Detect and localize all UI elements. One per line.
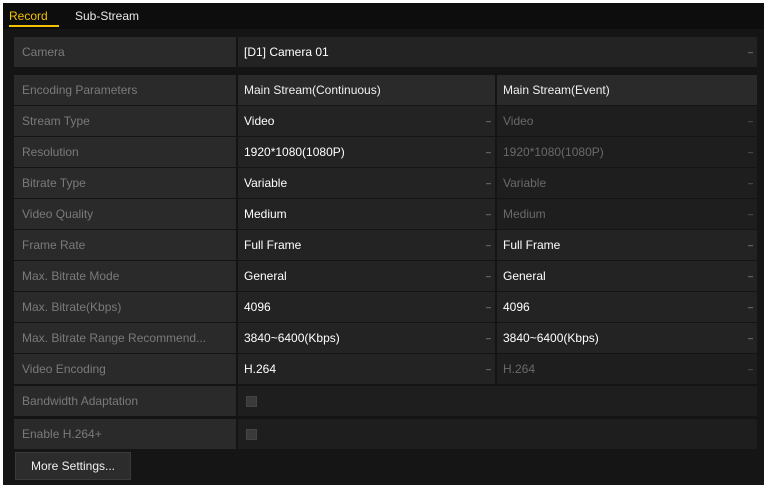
enable-h264plus-cell — [238, 419, 757, 449]
event-value: 3840~6400(Kbps) — [503, 331, 599, 345]
param-label: Video Quality — [14, 199, 236, 229]
event-value: Video — [503, 114, 534, 128]
continuous-value-select[interactable]: 3840~6400(Kbps) – — [238, 323, 495, 353]
chevron-down-icon: – — [485, 240, 491, 250]
continuous-value-select[interactable]: Video – — [238, 106, 495, 136]
event-value-select[interactable]: 3840~6400(Kbps) – — [497, 323, 757, 353]
event-value-select: Video – — [497, 106, 757, 136]
enable-h264plus-checkbox[interactable] — [246, 429, 257, 440]
param-label: Max. Bitrate Range Recommend... — [14, 323, 236, 353]
main-stream-event-header: Main Stream(Event) — [497, 75, 757, 105]
chevron-down-icon: – — [747, 178, 753, 188]
event-value-select[interactable]: 4096 – — [497, 292, 757, 322]
bandwidth-adaptation-cell — [238, 386, 757, 416]
chevron-down-icon: – — [747, 271, 753, 281]
tab-bar: Record Sub-Stream — [3, 3, 764, 29]
continuous-value: General — [244, 269, 287, 283]
continuous-value: 4096 — [244, 300, 271, 314]
chevron-down-icon: – — [485, 178, 491, 188]
event-value-select[interactable]: Full Frame – — [497, 230, 757, 260]
param-row: Bitrate Type Variable – Variable – — [14, 168, 757, 198]
encoding-parameters-label: Encoding Parameters — [14, 75, 236, 105]
param-row: Video Encoding H.264 – H.264 – — [14, 354, 757, 384]
event-value: 4096 — [503, 300, 530, 314]
event-value: General — [503, 269, 546, 283]
continuous-value: H.264 — [244, 362, 277, 376]
chevron-down-icon: – — [747, 302, 753, 312]
event-value-select: Medium – — [497, 199, 757, 229]
param-label: Max. Bitrate Mode — [14, 261, 236, 291]
camera-row: Camera [D1] Camera 01 – — [14, 37, 757, 67]
main-stream-continuous-header: Main Stream(Continuous) — [238, 75, 495, 105]
event-value-select: H.264 – — [497, 354, 757, 384]
param-row: Frame Rate Full Frame – Full Frame – — [14, 230, 757, 260]
encoding-parameters-header: Encoding Parameters Main Stream(Continuo… — [14, 75, 757, 105]
tab-record[interactable]: Record — [9, 9, 48, 23]
tab-sub-stream[interactable]: Sub-Stream — [75, 9, 139, 23]
chevron-down-icon: – — [485, 209, 491, 219]
enable-h264plus-label: Enable H.264+ — [14, 419, 236, 449]
param-label: Max. Bitrate(Kbps) — [14, 292, 236, 322]
settings-panel: Camera [D1] Camera 01 – Encoding Paramet… — [14, 37, 757, 449]
chevron-down-icon: – — [485, 147, 491, 157]
event-value-select[interactable]: General – — [497, 261, 757, 291]
chevron-down-icon: – — [485, 364, 491, 374]
param-row: Stream Type Video – Video – — [14, 106, 757, 136]
more-settings-button[interactable]: More Settings... — [15, 452, 131, 480]
camera-select[interactable]: [D1] Camera 01 – — [238, 37, 757, 67]
param-label: Bitrate Type — [14, 168, 236, 198]
chevron-down-icon: – — [747, 209, 753, 219]
bandwidth-adaptation-row: Bandwidth Adaptation — [14, 386, 757, 416]
event-value: Medium — [503, 207, 546, 221]
continuous-value-select[interactable]: General – — [238, 261, 495, 291]
camera-label: Camera — [14, 37, 236, 67]
continuous-value: Medium — [244, 207, 287, 221]
param-row: Max. Bitrate Mode General – General – — [14, 261, 757, 291]
continuous-value-select[interactable]: Variable – — [238, 168, 495, 198]
event-value: 1920*1080(1080P) — [503, 145, 604, 159]
chevron-down-icon: – — [747, 240, 753, 250]
bandwidth-adaptation-checkbox[interactable] — [246, 396, 257, 407]
bandwidth-adaptation-label: Bandwidth Adaptation — [14, 386, 236, 416]
continuous-value-select[interactable]: 1920*1080(1080P) – — [238, 137, 495, 167]
continuous-value: Variable — [244, 176, 288, 190]
param-row: Max. Bitrate(Kbps) 4096 – 4096 – — [14, 292, 757, 322]
param-label: Video Encoding — [14, 354, 236, 384]
param-label: Frame Rate — [14, 230, 236, 260]
enable-h264plus-row: Enable H.264+ — [14, 419, 757, 449]
param-row: Resolution 1920*1080(1080P) –1920*1080(108… — [14, 137, 757, 167]
active-tab-indicator — [9, 25, 59, 27]
event-value-select: 1920*1080(1080P) – — [497, 137, 757, 167]
chevron-down-icon: – — [485, 302, 491, 312]
continuous-value: Full Frame — [244, 238, 302, 252]
chevron-down-icon: – — [485, 333, 491, 343]
chevron-down-icon: – — [747, 364, 753, 374]
chevron-down-icon: – — [747, 333, 753, 343]
camera-value: [D1] Camera 01 — [244, 45, 329, 59]
chevron-down-icon: – — [485, 116, 491, 126]
param-row: Max. Bitrate Range Recommend... 3840~6400… — [14, 323, 757, 353]
param-label: Stream Type — [14, 106, 236, 136]
param-label: Resolution — [14, 137, 236, 167]
chevron-down-icon: – — [747, 116, 753, 126]
continuous-value-select[interactable]: 4096 – — [238, 292, 495, 322]
event-value: H.264 — [503, 362, 536, 376]
record-settings-window: Record Sub-Stream Camera [D1] Camera 01 … — [3, 3, 764, 485]
chevron-down-icon: – — [747, 147, 753, 157]
event-value-select: Variable – — [497, 168, 757, 198]
chevron-down-icon: – — [485, 271, 491, 281]
event-value: Full Frame — [503, 238, 561, 252]
continuous-value: Video — [244, 114, 275, 128]
continuous-value: 3840~6400(Kbps) — [244, 331, 340, 345]
continuous-value-select[interactable]: Full Frame – — [238, 230, 495, 260]
continuous-value-select[interactable]: Medium – — [238, 199, 495, 229]
chevron-down-icon: – — [747, 47, 753, 57]
param-row: Video Quality Medium – Medium – — [14, 199, 757, 229]
continuous-value-select[interactable]: H.264 – — [238, 354, 495, 384]
event-value: Variable — [503, 176, 547, 190]
continuous-value: 1920*1080(1080P) — [244, 145, 345, 159]
